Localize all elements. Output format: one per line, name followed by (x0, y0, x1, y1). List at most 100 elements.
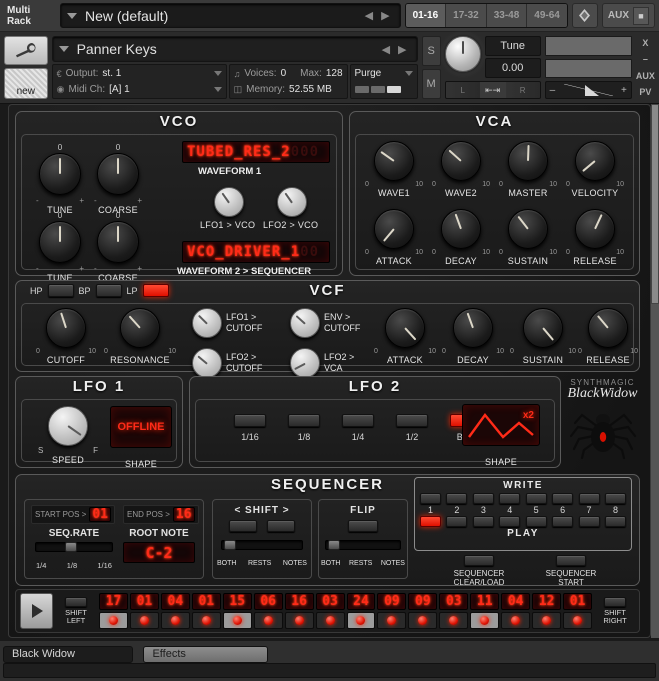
step-value-6[interactable]: 06 (253, 593, 283, 610)
vca-sustain-knob[interactable] (508, 209, 548, 249)
vco-coarse-1-knob[interactable] (97, 153, 139, 195)
instrument-prev-button[interactable]: ◀ (378, 43, 394, 56)
instrument-chevron-down-icon[interactable] (58, 46, 69, 52)
step-led-15[interactable] (532, 612, 562, 629)
flip-mode-handle[interactable] (328, 540, 340, 550)
lfo2-rate-1-4-button[interactable] (342, 414, 374, 427)
write-slot-1-button[interactable] (420, 493, 441, 504)
step-value-2[interactable]: 01 (129, 593, 159, 610)
step-value-15[interactable]: 12 (532, 593, 562, 610)
lfo2-rate-1-8-button[interactable] (288, 414, 320, 427)
vcf-bp-button[interactable] (95, 284, 122, 297)
vcf-decay-knob[interactable] (453, 308, 493, 348)
chevron-down-icon[interactable] (67, 12, 77, 19)
play-slot-3-button[interactable] (472, 516, 494, 527)
write-slot-3-button[interactable] (472, 493, 494, 504)
waveform-1-display[interactable]: TUBED_RES_2 000 (182, 141, 330, 163)
vca-wave1-knob[interactable] (374, 141, 414, 181)
step-led-16[interactable] (563, 612, 592, 629)
solo-button[interactable]: S (421, 36, 441, 66)
step-value-14[interactable]: 04 (501, 593, 531, 610)
tab-effects[interactable]: Effects (143, 645, 269, 663)
vca-attack-knob[interactable] (374, 209, 414, 249)
vco-tune-2-knob[interactable] (39, 221, 81, 263)
step-value-5[interactable]: 15 (222, 593, 252, 610)
write-slot-4-button[interactable] (499, 493, 521, 504)
sequencer-clear-load-button[interactable] (464, 555, 494, 566)
step-led-1[interactable] (99, 612, 128, 629)
preset-selector[interactable]: New (default) ◀ ▶ (60, 3, 401, 28)
vca-decay-knob[interactable] (441, 209, 481, 249)
step-led-4[interactable] (191, 612, 221, 629)
vca-velocity-knob[interactable] (575, 141, 615, 181)
write-slot-2-button[interactable] (446, 493, 468, 504)
vca-master-knob[interactable] (508, 141, 548, 181)
minimize-icon[interactable]: – (643, 54, 648, 64)
pan-center-handle[interactable]: ⇤⇥ (479, 82, 506, 98)
output-chevron-down-icon[interactable] (213, 71, 222, 77)
wrench-button[interactable] (4, 36, 48, 65)
range-tab-33-48[interactable]: 33-48 (486, 4, 528, 27)
volume-slider[interactable]: – + (544, 81, 632, 99)
vcf-lfo1-cutoff-knob[interactable] (192, 308, 222, 338)
preset-next-button[interactable]: ▶ (377, 9, 393, 22)
vca-release-knob[interactable] (575, 209, 615, 249)
purge-chevron-down-icon[interactable] (404, 71, 413, 77)
vcf-lfo2-vca-knob[interactable] (290, 348, 320, 378)
start-pos-group[interactable]: START POS > 01 (31, 505, 116, 524)
vcf-env-cutoff-knob[interactable] (290, 308, 320, 338)
lfo1-to-vco-knob[interactable] (214, 187, 244, 217)
vca-wave2-knob[interactable] (441, 141, 481, 181)
lfo2-to-vco-knob[interactable] (277, 187, 307, 217)
vcf-attack-knob[interactable] (385, 308, 425, 348)
purge-row[interactable]: Purge (355, 66, 413, 81)
seq-rate-handle[interactable] (65, 542, 77, 552)
step-led-10[interactable] (377, 612, 407, 629)
transport-play-button[interactable] (20, 593, 53, 629)
vcf-hp-button[interactable] (47, 284, 74, 297)
step-led-13[interactable] (470, 612, 500, 629)
pv-rail-label[interactable]: PV (639, 87, 651, 97)
step-led-7[interactable] (284, 612, 314, 629)
step-value-1[interactable]: 17 (99, 593, 128, 610)
step-led-12[interactable] (439, 612, 469, 629)
tab-black-widow[interactable]: Black Widow (3, 645, 133, 663)
flip-mode-slider[interactable] (325, 540, 401, 550)
vcf-lfo2-cutoff-knob[interactable] (192, 348, 222, 378)
play-slot-1-button[interactable] (420, 516, 441, 527)
shift-left-button[interactable] (229, 520, 257, 532)
lfo2-shape-display[interactable]: x2 (462, 404, 540, 446)
pan-slider[interactable]: L ⇤⇥ R (444, 81, 541, 99)
lfo1-speed-knob[interactable] (48, 406, 88, 446)
kontakt-logo-button[interactable] (571, 3, 598, 28)
mute-button[interactable]: M (421, 69, 441, 99)
step-led-2[interactable] (129, 612, 159, 629)
play-slot-5-button[interactable] (525, 516, 547, 527)
play-slot-8-button[interactable] (604, 516, 626, 527)
step-value-11[interactable]: 09 (408, 593, 438, 610)
step-value-4[interactable]: 01 (191, 593, 221, 610)
midi-row[interactable]: ◉ Midi Ch: [A] 1 (57, 82, 222, 97)
shift-mode-slider[interactable] (221, 540, 303, 550)
step-value-16[interactable]: 01 (563, 593, 592, 610)
step-led-5[interactable] (222, 612, 252, 629)
shift-right-step-button[interactable] (604, 596, 626, 607)
play-slot-4-button[interactable] (499, 516, 521, 527)
new-instrument-button[interactable]: new (4, 67, 48, 99)
step-value-3[interactable]: 04 (160, 593, 190, 610)
lfo2-rate-1-16-button[interactable] (234, 414, 266, 427)
step-value-8[interactable]: 03 (315, 593, 345, 610)
step-value-12[interactable]: 03 (439, 593, 469, 610)
shift-right-button[interactable] (267, 520, 295, 532)
close-icon[interactable]: X (642, 38, 648, 48)
write-slot-7-button[interactable] (578, 493, 600, 504)
step-value-13[interactable]: 11 (470, 593, 500, 610)
vcf-cutoff-knob[interactable] (46, 308, 86, 348)
aux-rail-label[interactable]: AUX (636, 71, 655, 81)
shift-left-step-button[interactable] (65, 596, 87, 607)
write-slot-6-button[interactable] (552, 493, 574, 504)
play-slot-7-button[interactable] (578, 516, 600, 527)
lfo2-rate-1-2-button[interactable] (396, 414, 428, 427)
instrument-next-button[interactable]: ▶ (394, 43, 410, 56)
step-value-10[interactable]: 09 (377, 593, 407, 610)
